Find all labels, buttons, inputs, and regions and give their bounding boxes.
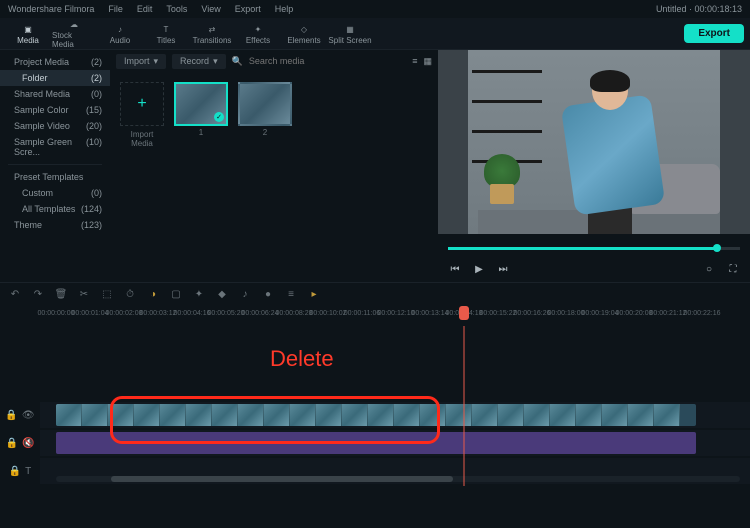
- tab-effects[interactable]: ✦Effects: [236, 19, 280, 49]
- tab-elements[interactable]: ◇Elements: [282, 19, 326, 49]
- import-label: Import Media: [120, 130, 164, 148]
- snapshot-button[interactable]: ○: [702, 262, 716, 276]
- video-clip[interactable]: [56, 404, 696, 426]
- app-title: Wondershare Filmora: [8, 4, 94, 14]
- menu-edit[interactable]: Edit: [137, 4, 153, 14]
- search-icon: 🔍: [232, 56, 243, 67]
- transitions-icon: ⇄: [205, 22, 219, 36]
- video-track[interactable]: [40, 402, 750, 428]
- sidebar-sample-color[interactable]: Sample Color(15): [0, 102, 110, 118]
- next-frame-button[interactable]: ⏭: [496, 262, 510, 276]
- sort-icon[interactable]: ≡: [412, 56, 417, 66]
- tab-audio[interactable]: ♪Audio: [98, 19, 142, 49]
- tab-titles[interactable]: TTitles: [144, 19, 188, 49]
- record-button[interactable]: ●: [261, 288, 275, 302]
- video-track-head[interactable]: 🔒👁: [0, 402, 40, 428]
- sidebar-preset-theme[interactable]: Theme(123): [0, 217, 110, 233]
- audio-clip[interactable]: [56, 432, 696, 454]
- lock-icon[interactable]: 🔒: [5, 410, 17, 421]
- sidebar-sample-video[interactable]: Sample Video(20): [0, 118, 110, 134]
- tab-media[interactable]: ▣Media: [6, 19, 50, 49]
- delete-button[interactable]: 🗑: [54, 288, 68, 302]
- audio-icon: ♪: [113, 22, 127, 36]
- titles-icon: T: [159, 22, 173, 36]
- sidebar-preset-all[interactable]: All Templates(124): [0, 201, 110, 217]
- menu-help[interactable]: Help: [275, 4, 294, 14]
- import-media-tile[interactable]: +: [120, 82, 164, 126]
- media-icon: ▣: [21, 22, 35, 36]
- split-icon: ▦: [343, 22, 357, 36]
- render-button[interactable]: ▸: [307, 288, 321, 302]
- undo-button[interactable]: ↶: [8, 288, 22, 302]
- sidebar-shared[interactable]: Shared Media(0): [0, 86, 110, 102]
- green-screen-button[interactable]: ▢: [169, 288, 183, 302]
- eye-icon[interactable]: 👁: [22, 410, 35, 421]
- record-dropdown[interactable]: Record▾: [172, 54, 226, 69]
- split-button[interactable]: ✂: [77, 288, 91, 302]
- chevron-down-icon: ▾: [154, 56, 159, 67]
- detach-audio-button[interactable]: ♪: [238, 288, 252, 302]
- delete-annotation-label: Delete: [270, 346, 334, 372]
- chevron-down-icon: ▾: [213, 56, 218, 67]
- media-thumb-2[interactable]: 2: [238, 82, 292, 137]
- playhead[interactable]: [459, 306, 469, 320]
- audio-track-head[interactable]: 🔒🔇: [0, 430, 40, 456]
- export-button[interactable]: Export: [684, 24, 744, 43]
- menu-tools[interactable]: Tools: [166, 4, 187, 14]
- tab-split[interactable]: ▦Split Screen: [328, 19, 372, 49]
- mute-icon[interactable]: 🔇: [22, 438, 34, 449]
- media-thumb-1[interactable]: ✓ 1: [174, 82, 228, 137]
- keyframe-button[interactable]: ◆: [215, 288, 229, 302]
- lock-icon[interactable]: 🔒: [6, 438, 18, 449]
- scrollbar-thumb[interactable]: [111, 476, 453, 482]
- mixer-button[interactable]: ≡: [284, 288, 298, 302]
- preview-scrubber[interactable]: [448, 247, 740, 250]
- text-track-head[interactable]: 🔒T: [0, 458, 40, 484]
- audio-track[interactable]: [40, 430, 750, 456]
- project-timestamp: Untitled · 00:00:18:13: [656, 4, 742, 14]
- crop-button[interactable]: ⬚: [100, 288, 114, 302]
- play-button[interactable]: ▶: [472, 262, 486, 276]
- sidebar-folder[interactable]: Folder(2): [0, 70, 110, 86]
- stock-icon: ☁: [67, 19, 81, 31]
- marker-button[interactable]: ✦: [192, 288, 206, 302]
- sidebar-sample-green[interactable]: Sample Green Scre...(10): [0, 134, 110, 160]
- plus-icon: +: [137, 95, 146, 113]
- sidebar-project-media[interactable]: Project Media(2): [0, 54, 110, 70]
- tab-stock[interactable]: ☁Stock Media: [52, 19, 96, 49]
- menu-file[interactable]: File: [108, 4, 123, 14]
- lock-icon[interactable]: 🔒: [9, 466, 21, 477]
- elements-icon: ◇: [297, 22, 311, 36]
- import-dropdown[interactable]: Import▾: [116, 54, 166, 69]
- fullscreen-button[interactable]: ⛶: [726, 262, 740, 276]
- prev-frame-button[interactable]: ⏮: [448, 262, 462, 276]
- preview-viewport[interactable]: [438, 50, 750, 234]
- check-icon: ✓: [214, 112, 224, 122]
- search-input[interactable]: [249, 56, 406, 66]
- sidebar-preset-templates[interactable]: Preset Templates: [0, 169, 110, 185]
- timeline-scrollbar[interactable]: [56, 476, 740, 482]
- redo-button[interactable]: ↷: [31, 288, 45, 302]
- effects-icon: ✦: [251, 22, 265, 36]
- grid-view-icon[interactable]: ▦: [423, 56, 432, 67]
- menu-export[interactable]: Export: [235, 4, 261, 14]
- menu-view[interactable]: View: [201, 4, 220, 14]
- sidebar-preset-custom[interactable]: Custom(0): [0, 185, 110, 201]
- color-button[interactable]: ◑: [146, 288, 160, 302]
- speed-button[interactable]: ⏱: [123, 288, 137, 302]
- tab-transitions[interactable]: ⇄Transitions: [190, 19, 234, 49]
- timeline-ruler[interactable]: 00:00:00:0000:00:01:0400:00:02:0800:00:0…: [0, 306, 750, 326]
